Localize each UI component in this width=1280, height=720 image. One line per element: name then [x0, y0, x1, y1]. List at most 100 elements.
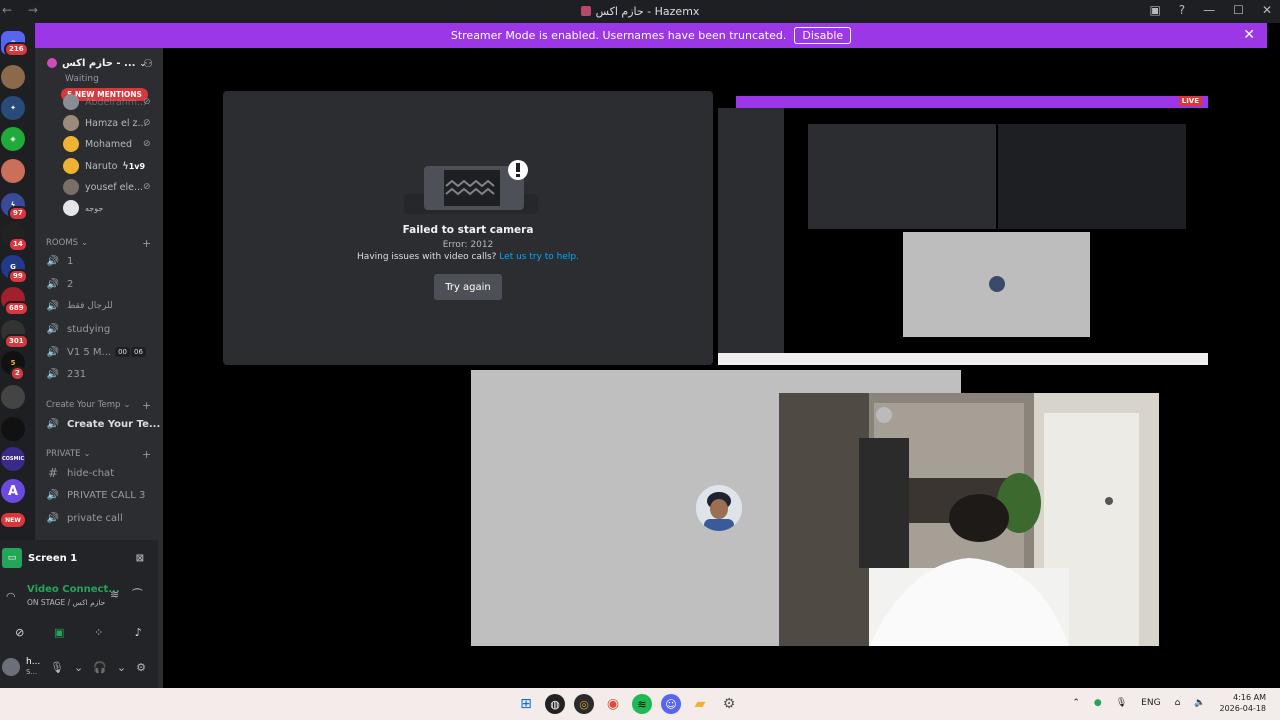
settings-icon[interactable]: ⚙ [719, 694, 739, 714]
user-name: h... S... [26, 657, 41, 676]
stop-share-icon[interactable]: ⊠ [136, 553, 144, 564]
server-icon [47, 58, 57, 68]
microphone-tray-icon[interactable]: 🎙 [1116, 698, 1127, 708]
server-icon-3[interactable]: ◈ [1, 127, 25, 151]
member-item[interactable]: جوجه [63, 198, 103, 218]
channel-item[interactable]: 🔊 للرجال فقط [46, 297, 113, 315]
gear-icon[interactable]: ⚙ [136, 661, 146, 674]
minimize-icon[interactable]: — [1203, 3, 1215, 17]
add-channel-icon[interactable]: + [142, 399, 151, 412]
voice-status[interactable]: Video Connect... [27, 584, 120, 595]
speaker-icon: 🔊 [46, 368, 60, 380]
nested-screen-tile [998, 124, 1186, 229]
server-header[interactable]: حازم اكس - ... ⌄ ⚇ [35, 48, 163, 78]
app-tray-icon[interactable]: ● [1094, 698, 1102, 708]
volume-icon[interactable]: 🔈 [1194, 698, 1205, 708]
channel-item[interactable]: 🔊 studying [46, 320, 110, 338]
server-badge-689: 689 [4, 301, 29, 316]
chrome-icon[interactable]: ◉ [603, 694, 623, 714]
speaker-icon: 🔊 [46, 300, 60, 312]
speaker-icon: 🔊 [46, 278, 60, 290]
obs-icon[interactable]: ◍ [545, 694, 565, 714]
help-icon[interactable]: ? [1179, 3, 1185, 17]
avatar [63, 158, 79, 174]
spotify-icon[interactable]: ≋ [632, 694, 652, 714]
help-link[interactable]: Let us try to help. [499, 252, 579, 262]
screen-share-row[interactable]: ▭ Screen 1 ⊠ [0, 540, 158, 576]
error-code: Error: 2012 [442, 240, 494, 250]
screen-share-active-icon[interactable]: ▣ [45, 621, 73, 643]
disable-button[interactable]: Disable [794, 27, 852, 44]
webcam-feed [779, 393, 1159, 646]
nested-avatar-tile [903, 232, 1090, 337]
failed-camera-tile: ✖ Failed to start camera Error: 2012 Hav… [223, 91, 713, 365]
chevron-down-icon[interactable]: ⌄ [74, 661, 83, 674]
nested-sidebar [718, 108, 784, 353]
user-area: h... S... 🎙 ⌄ 🎧 ⌄ ⚙ [0, 648, 158, 686]
category-rooms[interactable]: ROOMS ⌄ + [46, 237, 151, 250]
soundboard-icon[interactable]: ♪ [124, 621, 152, 643]
maximize-icon[interactable]: ☐ [1233, 3, 1244, 17]
nested-taskbar [718, 353, 1208, 365]
add-channel-icon[interactable]: + [142, 237, 151, 250]
channel-item[interactable]: 🔊 Create Your Te... [46, 415, 160, 433]
channel-item[interactable]: 🔊 1 [46, 252, 74, 270]
help-text: Having issues with video calls? Let us t… [357, 252, 579, 262]
disconnect-icon[interactable]: ⏜ [132, 588, 143, 602]
broken-camera-icon: ✖ [404, 160, 538, 214]
member-item[interactable]: yousef ele... ⊘ [63, 177, 151, 197]
avatar[interactable] [2, 658, 20, 676]
waiting-label: Waiting [65, 74, 99, 84]
invite-people-icon[interactable]: ⚇ [143, 57, 153, 70]
member-item[interactable]: Hamza el z... ⊘ [63, 113, 151, 133]
speaker-icon: 🔊 [46, 255, 60, 267]
activities-icon[interactable]: ⁘ [85, 621, 113, 643]
file-explorer-icon[interactable]: ▰ [690, 694, 710, 714]
microphone-icon[interactable]: 🎙 [50, 661, 64, 674]
network-icon[interactable]: ⌂ [1175, 698, 1181, 708]
headphones-icon[interactable]: 🎧 [93, 661, 107, 674]
camera-off-icon[interactable]: ⊘ [6, 621, 34, 643]
add-channel-icon[interactable]: + [142, 448, 151, 461]
screen-share-tile[interactable]: LIVE [718, 91, 1208, 365]
start-icon[interactable]: ⊞ [516, 694, 536, 714]
server-icon-a[interactable]: A [1, 479, 25, 503]
server-icon-2[interactable]: ✦ [1, 96, 25, 120]
member-item[interactable]: Abdelrahm... ⊘ [63, 92, 151, 112]
category-private[interactable]: PRIVATE ⌄ + [46, 448, 151, 461]
member-item[interactable]: Naruto ϟ 1v9 [63, 156, 145, 176]
member-item[interactable]: Mohamed ⊘ [63, 134, 151, 154]
title-bar: ← → حازم اكس - Hazemx ▣ ? — ☐ ✕ [0, 0, 1280, 23]
chevron-up-icon[interactable]: ⌃ [1072, 698, 1080, 708]
channel-item[interactable]: 🔊 private call [46, 509, 123, 527]
chevron-down-icon: ⌄ [123, 400, 131, 410]
server-name: حازم اكس - ... [62, 57, 136, 69]
voice-panel: ▭ Screen 1 ⊠ ◠ Video Connect... ON STAGE… [0, 540, 158, 688]
category-temp[interactable]: Create Your Temp ⌄ + [46, 399, 151, 412]
try-again-button[interactable]: Try again [434, 274, 502, 300]
server-icon-12[interactable] [1, 417, 25, 441]
server-icon-1[interactable] [1, 65, 25, 89]
server-icon-new[interactable]: NEW [1, 513, 25, 527]
server-icon-11[interactable] [1, 385, 25, 409]
close-banner-icon[interactable]: ✕ [1243, 27, 1255, 43]
close-window-icon[interactable]: ✕ [1262, 3, 1272, 17]
channel-item[interactable]: 🔊 231 [46, 365, 86, 383]
discord-icon[interactable]: ☺ [661, 694, 681, 714]
language-indicator[interactable]: ENG [1141, 698, 1160, 708]
app-icon[interactable]: ◎ [574, 694, 594, 714]
webcam-tile[interactable] [779, 393, 1159, 646]
noise-suppression-icon[interactable]: ≋ [110, 588, 119, 601]
server-icon-cosmic[interactable]: COSMIC [1, 447, 25, 471]
nested-failed-tile [808, 124, 996, 229]
inbox-icon[interactable]: ▣ [1149, 3, 1160, 17]
channel-item[interactable]: 🔊 V1 5 M... 00 06 [46, 343, 146, 361]
channel-item[interactable]: # hide-chat [46, 464, 114, 482]
deafened-icon: ⊘ [143, 182, 151, 192]
channel-item[interactable]: 🔊 2 [46, 275, 74, 293]
chevron-down-icon[interactable]: ⌄ [117, 661, 126, 674]
channel-item[interactable]: 🔊 PRIVATE CALL 3 [46, 486, 146, 504]
clock[interactable]: 4:16 AM 2026-04-18 [1220, 692, 1267, 714]
server-icon-4[interactable] [1, 159, 25, 183]
user-status: S... [26, 668, 38, 676]
